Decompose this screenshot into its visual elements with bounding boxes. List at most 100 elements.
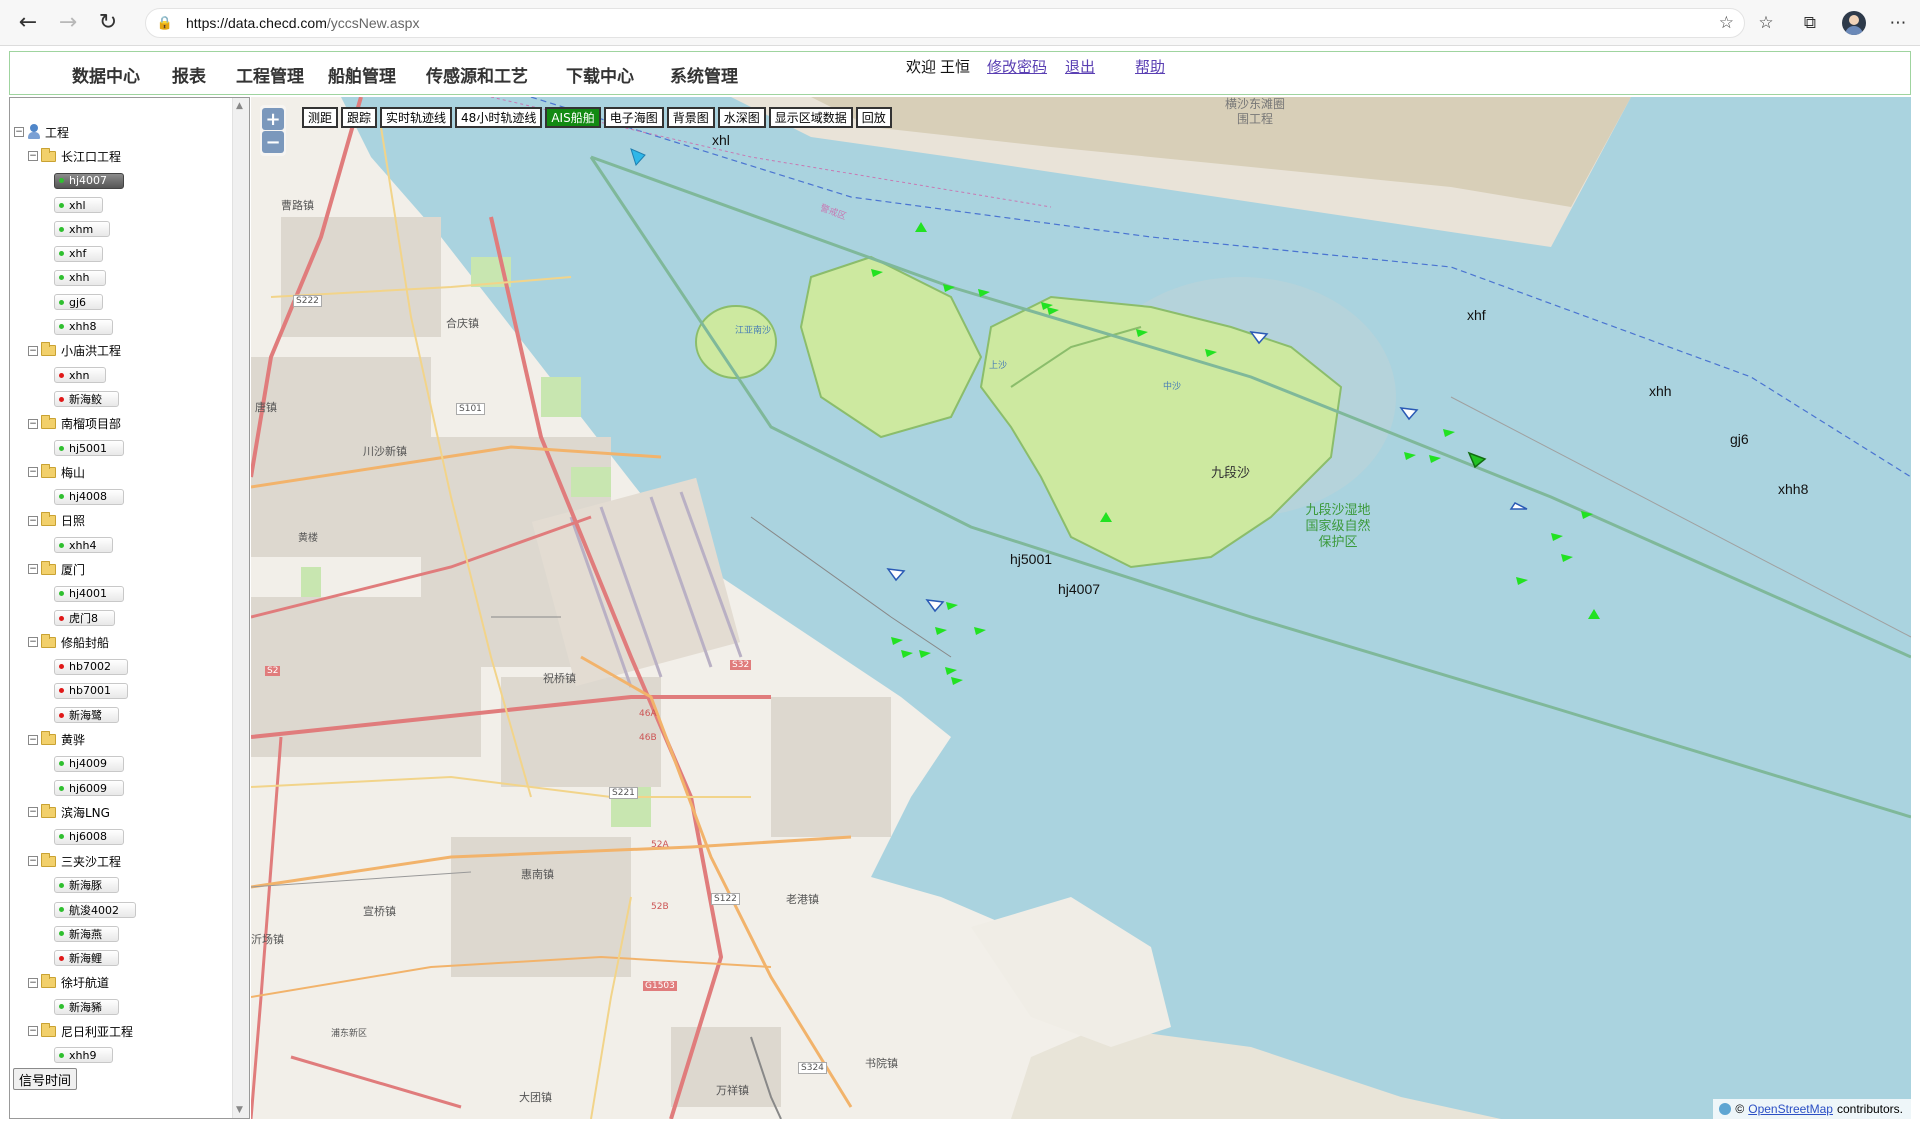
ais-ship[interactable] [1443,429,1455,437]
lock-icon[interactable]: 🔒 [156,14,174,32]
collapse-icon[interactable]: − [28,151,38,162]
ship-pill[interactable]: hj4009 [54,755,125,772]
tree-group[interactable]: − 小庙洪工程 [14,339,136,363]
ais-ship[interactable] [891,637,903,645]
ais-ship[interactable] [1404,452,1416,460]
ship-xhh8-marker[interactable] [1509,502,1528,510]
ship-pill[interactable]: hj4008 [54,488,125,505]
ais-ship[interactable] [1516,577,1528,585]
map-tool-button[interactable]: 水深图 [717,107,766,128]
tree-ship-item[interactable]: 新海鹭 [14,703,136,727]
ship-xhl-label[interactable]: xhl [712,132,730,148]
ship-pill[interactable]: xhh [54,269,107,286]
sidebar-scrollbar[interactable]: ▲ ▼ [232,98,249,1118]
tree-group[interactable]: − 南榴项目部 [14,412,136,436]
ship-pill[interactable]: 新海鲤 [54,950,119,967]
collapse-icon[interactable]: − [28,564,38,575]
tree-ship-item[interactable]: 新海鲛 [14,387,136,411]
zoom-out-button[interactable]: − [262,131,284,153]
collapse-icon[interactable]: − [28,467,38,478]
tree-ship-item[interactable]: hj4007 [14,169,136,193]
map-view[interactable]: 曹路镇 合庆镇 唐镇 川沙新镇 黄楼 祝桥镇 惠南镇 宣桥镇 老港镇 书院镇 万… [251,97,1911,1119]
signal-time-button[interactable]: 信号时间 [13,1068,78,1090]
more-menu-icon[interactable]: ⋯ [1876,6,1920,40]
map-canvas[interactable] [251,97,1911,1119]
scroll-up-icon[interactable]: ▲ [236,101,243,111]
map-tool-button[interactable]: 显示区域数据 [768,107,853,128]
tree-group[interactable]: − 黄骅 [14,727,136,751]
ship-pill[interactable]: xhh9 [54,1047,114,1064]
ship-xhh-marker[interactable] [1399,407,1419,421]
ship-xhh8-label[interactable]: xhh8 [1778,481,1808,497]
collapse-icon[interactable]: − [28,515,38,526]
tree-ship-item[interactable]: gj6 [14,290,136,314]
ais-ship[interactable] [951,677,963,685]
tree-ship-item[interactable]: 新海燕 [14,922,136,946]
ais-ship[interactable] [935,627,947,635]
ship-pill[interactable]: hj6009 [54,780,125,797]
ship-pill[interactable]: 新海豚 [54,877,119,894]
tree-ship-item[interactable]: 新海豨 [14,995,136,1019]
tree-ship-item[interactable]: xhf [14,241,136,265]
map-tool-button[interactable]: 电子海图 [603,107,664,128]
ship-pill[interactable]: hj6008 [54,828,125,845]
ship-gj6-label[interactable]: gj6 [1730,431,1749,447]
ship-pill[interactable]: hj5001 [54,440,125,456]
ship-pill[interactable]: xhh8 [54,318,114,335]
ais-ship[interactable] [1429,455,1441,463]
url-text[interactable]: https://data.checd.com/yccsNew.aspx [186,15,419,31]
tree-ship-item[interactable]: hb7001 [14,679,136,703]
ais-ship[interactable] [974,627,986,635]
collapse-icon[interactable]: − [28,1026,38,1037]
ais-ship[interactable] [946,602,958,610]
ship-pill[interactable]: xhn [54,367,107,384]
menu-item[interactable]: 工程管理 [236,52,304,96]
tree-ship-item[interactable]: xhl [14,193,136,217]
tree-ship-item[interactable]: hj4001 [14,582,136,606]
ais-ship[interactable] [945,667,957,675]
ship-pill[interactable]: 新海鲛 [54,391,119,408]
favorites-icon[interactable]: ☆ [1744,6,1788,40]
map-tool-button[interactable]: 48小时轨迹线 [455,107,543,128]
ais-ship[interactable] [901,650,913,658]
tree-ship-item[interactable]: hj5001 [14,436,136,460]
ship-pill[interactable]: xhf [54,245,104,262]
ship-hj5001-label[interactable]: hj5001 [1010,551,1052,567]
ship-pill[interactable]: hb7001 [54,682,128,699]
tree-ship-item[interactable]: xhm [14,217,136,241]
tree-group[interactable]: − 滨海LNG [14,800,136,824]
ship-pill[interactable]: xhl [54,197,103,214]
collapse-icon[interactable]: − [28,345,38,356]
tree-group[interactable]: − 日照 [14,509,136,533]
tree-ship-item[interactable]: hj6009 [14,776,136,800]
profile-avatar[interactable] [1832,6,1876,40]
ais-ship[interactable] [1561,554,1573,562]
menu-item[interactable]: 下载中心 [566,52,634,96]
reload-icon[interactable]: ↻ [88,3,128,43]
ais-ship[interactable] [915,222,927,232]
collapse-icon[interactable]: − [28,977,38,988]
ship-pill[interactable]: hj4001 [54,585,125,602]
tree-ship-item[interactable]: 航浚4002 [14,898,136,922]
menu-item[interactable]: 系统管理 [670,52,738,96]
tree-group[interactable]: − 修船封船 [14,630,136,654]
ship-pill[interactable]: gj6 [54,294,104,311]
tree-ship-item[interactable]: xhh4 [14,533,136,557]
tree-group[interactable]: − 三夹沙工程 [14,849,136,873]
ais-ship[interactable] [1551,533,1563,541]
collapse-icon[interactable]: − [28,637,38,648]
ship-pill[interactable]: xhm [54,221,111,238]
ship-pill[interactable]: 航浚4002 [54,901,136,918]
map-tool-button[interactable]: 跟踪 [341,107,378,128]
ship-pill[interactable]: 新海豨 [54,998,119,1015]
scroll-down-icon[interactable]: ▼ [236,1105,243,1115]
back-icon[interactable]: ← [8,3,48,43]
logout-link[interactable]: 退出 [1065,56,1095,77]
menu-item[interactable]: 数据中心 [72,52,140,96]
map-tool-button[interactable]: 实时轨迹线 [380,107,453,128]
ship-xhf-label[interactable]: xhf [1467,307,1486,323]
collapse-icon[interactable]: − [28,418,38,429]
tree-ship-item[interactable]: xhn [14,363,136,387]
menu-item[interactable]: 传感源和工艺 [426,52,528,96]
tree-group[interactable]: − 徐圩航道 [14,970,136,994]
